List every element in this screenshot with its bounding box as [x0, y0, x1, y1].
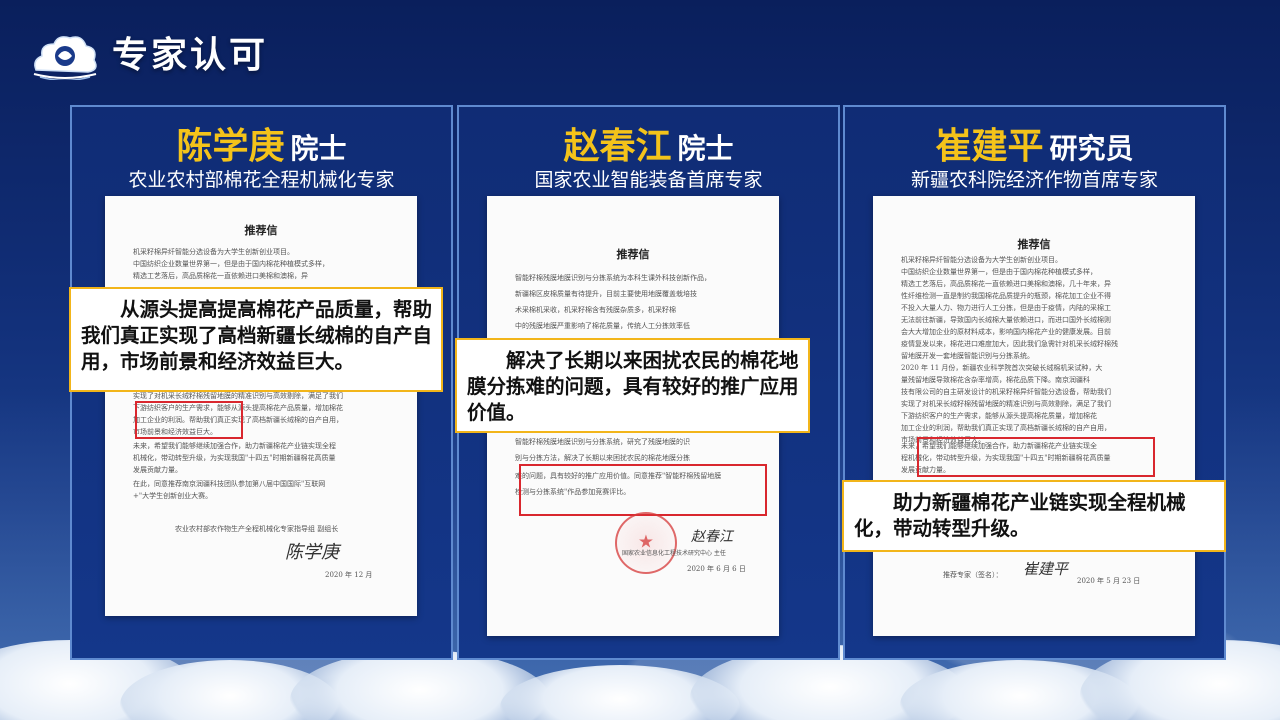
letter-line: 疫情复发以来，棉花进口难度加大，因此我们急需针对机采长绒籽棉残: [901, 340, 1118, 348]
expert-title: 院士: [290, 132, 347, 165]
letter-line: 新疆棉区皮棉质量有待提升，目前主要使用地膜覆盖栽培技: [515, 290, 697, 298]
expert-role: 国家农业智能装备首席专家: [534, 169, 763, 191]
slide: 专家认可 陈学庚 院士 农业农村部棉花全程机械化专家 赵春江 院士 国家农业智能装备…: [0, 0, 1280, 720]
letter-line: 留地膜开发一套地膜智能识别与分拣系统。: [901, 352, 1034, 360]
letter-line: 中国纺织企业数量世界第一，但是由于国内棉花种植模式多样，: [133, 260, 329, 268]
highlight-box: [917, 437, 1155, 477]
letter-line: 中的残膜地膜严重影响了棉花质量，传统人工分拣效率低: [515, 322, 690, 330]
letter-line: 无法前往新疆，导致国内长绒棉大量依赖进口，而进口国外长绒棉则: [901, 316, 1111, 324]
letter-line: 智能籽棉残膜地膜识别与分拣系统为本科生课外科技创新作品，: [515, 274, 711, 282]
letter-signer: 农业农村部农作物生产全程机械化专家指导组 副组长: [175, 525, 339, 533]
letter-date: 2020 年 12 月: [325, 571, 373, 579]
letter-heading: 推荐信: [1017, 238, 1051, 251]
letter-line: 机采籽棉异纤智能分选设备为大学生创新创业项目。: [901, 256, 1062, 264]
letter-line: 精选工艺落后，高品质棉花一直依赖进口美棉和澳棉，异: [133, 272, 308, 280]
letter-date: 2020 年 6 月 6 日: [687, 565, 746, 573]
expert-name: 陈学庚: [176, 126, 285, 167]
letter-line: 会大大增加企业的原材料成本，影响国内棉花产业的健康发展。目前: [901, 328, 1111, 336]
letter-line: 性纤维检测一直是制约我国棉花品质提升的瓶颈，棉花加工企业不得: [901, 292, 1111, 300]
letter-line: 未来，希望我们能够继续加强合作，助力新疆棉花产业链实现全程: [133, 442, 336, 450]
letter-line: 下游纺织客户的生产需求，能够从源头提高棉花质量，增加棉花: [901, 412, 1097, 420]
letter-line: 别与分拣方法，解决了长期以来困扰农民的棉花地膜分拣: [515, 454, 690, 462]
letter-line: 机械化，带动转型升级，为实现我国"十四五"时期新疆棉花高质量: [133, 454, 336, 462]
letter-signer: 国家农业信息化工程技术研究中心 主任: [622, 550, 726, 557]
expert-title: 院士: [677, 132, 734, 165]
signature: 陈学庚: [285, 542, 339, 563]
expert-name-block: 赵春江 院士: [459, 117, 838, 169]
signature: 赵春江: [691, 529, 733, 545]
letter-line: 不投入大量人力、物力进行人工分拣，但是由于疫情，内陆的采棉工: [901, 304, 1111, 312]
expert-name: 崔建平: [935, 126, 1044, 167]
letter-heading: 推荐信: [616, 248, 650, 261]
letter-signer: 推荐专家（签名）：: [943, 571, 1003, 579]
recommendation-letter-cui: 推荐信 机采籽棉异纤智能分选设备为大学生创新创业项目。 中国纺织企业数量世界第一…: [873, 196, 1195, 636]
cotton-cloud-logo-icon: [30, 30, 100, 82]
highlight-box: [135, 401, 243, 439]
letter-line: 加工企业的利润，帮助我们真正实现了高档新疆长绒棉的自产自用，: [901, 424, 1111, 432]
letter-date: 2020 年 5 月 23 日: [1077, 577, 1141, 585]
expert-title: 研究员: [1049, 132, 1134, 165]
letter-line: 机采籽棉异纤智能分选设备为大学生创新创业项目。: [133, 248, 294, 256]
letter-line: 实现了对机采长绒籽棉残留地膜的精准识别与高效剔除，满足了我们: [901, 400, 1111, 408]
letter-line: 中国纺织企业数量世界第一，但是由于国内棉花种植模式多样，: [901, 268, 1097, 276]
letter-line: 发展贡献力量。: [133, 466, 182, 474]
expert-quote-zhao: 解决了长期以来困扰农民的棉花地膜分拣难的问题，具有较好的推广应用价值。: [455, 338, 810, 433]
letter-line: 技有限公司的自主研发设计的机采籽棉异纤智能分选设备，帮助我们: [901, 388, 1111, 396]
expert-name: 赵春江: [563, 126, 672, 167]
letter-line: 实现了对机采长绒籽棉残留地膜的精准识别与高效剔除，满足了我们: [133, 392, 343, 400]
letter-line: 量残留地膜导致棉花含杂率增高，棉花品质下降。南京润疆科: [901, 376, 1090, 384]
letter-line: 术采棉机采收，机采籽棉含有残膜杂质多，机采籽棉: [515, 306, 676, 314]
expert-name-block: 陈学庚 院士: [72, 117, 451, 169]
signature: 崔建平: [1023, 560, 1069, 578]
recommendation-letter-chen: 推荐信 机采籽棉异纤智能分选设备为大学生创新创业项目。 中国纺织企业数量世界第一…: [105, 196, 417, 616]
letter-line: 智能籽棉残膜地膜识别与分拣系统，研究了残膜地膜的识: [515, 438, 690, 446]
expert-quote-cui: 助力新疆棉花产业链实现全程机械化，带动转型升级。: [842, 480, 1226, 552]
letter-line: 精选工艺落后，高品质棉花一直依赖进口美棉和澳棉，几十年来，异: [901, 280, 1111, 288]
letter-line: 在此，同意推荐南京润疆科技团队参加第八届中国国际"互联网: [133, 480, 326, 488]
expert-name-block: 崔建平 研究员: [845, 117, 1224, 169]
letter-line: +"大学生创新创业大赛。: [133, 492, 213, 500]
official-seal: [615, 512, 677, 574]
expert-role: 农业农村部棉花全程机械化专家: [128, 169, 395, 191]
expert-role: 新疆农科院经济作物首席专家: [910, 169, 1158, 191]
expert-quote-chen: 从源头提高提高棉花产品质量，帮助我们真正实现了高档新疆长绒棉的自产自用，市场前景…: [69, 287, 443, 392]
page-title: 专家认可: [112, 35, 269, 76]
letter-heading: 推荐信: [244, 224, 278, 237]
highlight-box: [519, 464, 767, 516]
letter-line: 2020 年 11 月份，新疆农业科学院首次突破长绒棉机采试种，大: [901, 364, 1103, 372]
